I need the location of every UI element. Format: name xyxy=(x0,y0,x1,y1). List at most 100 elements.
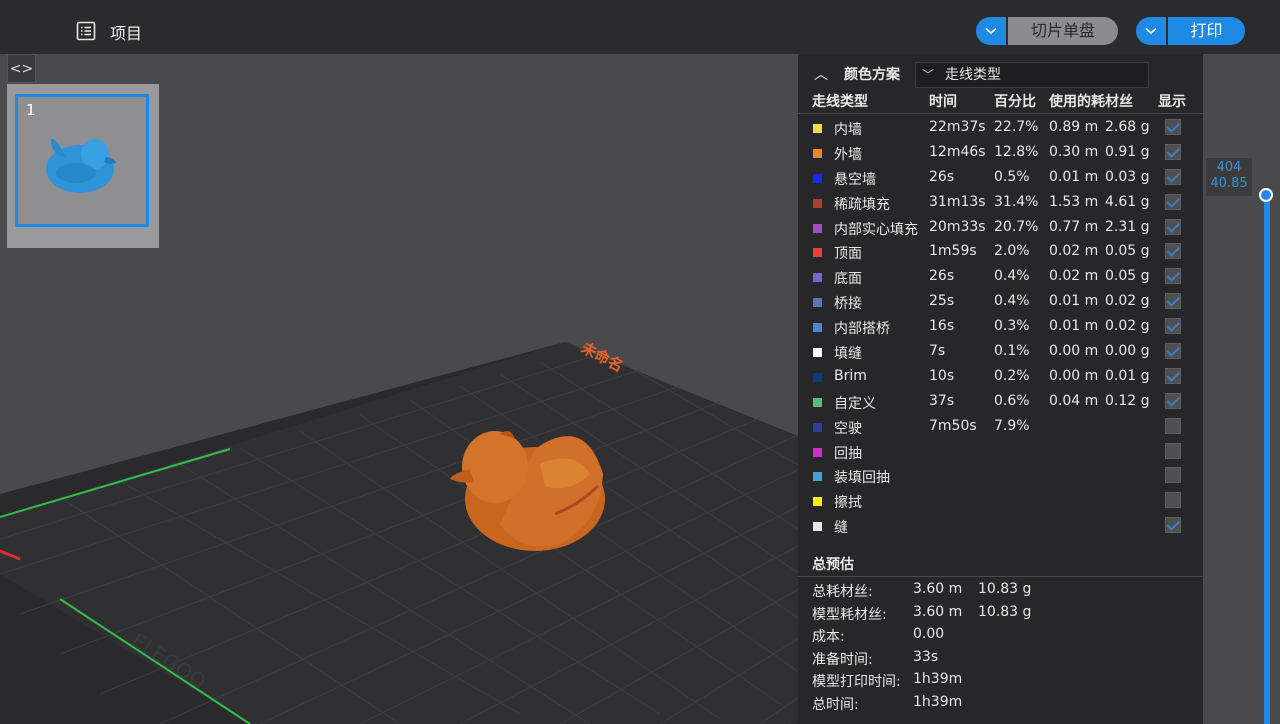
summary-label: 准备时间: xyxy=(812,651,873,668)
line-type-length: 0.01 m xyxy=(1049,293,1099,310)
line-type-name: 装填回抽 xyxy=(834,470,890,487)
line-type-name: 内部实心填充 xyxy=(834,221,918,238)
color-scheme-value: 走线类型 xyxy=(945,67,1001,83)
project-label[interactable]: 项目 xyxy=(110,20,142,44)
line-type-name: 外墙 xyxy=(834,146,862,163)
line-type-name: 擦拭 xyxy=(834,495,862,512)
header-visible: 显示 xyxy=(1158,94,1186,110)
line-type-name: 空驶 xyxy=(834,420,862,437)
line-type-name: 底面 xyxy=(834,271,862,288)
summary-row: 总耗材丝: 3.60 m 10.83 g xyxy=(798,579,1203,602)
visibility-checkbox[interactable] xyxy=(1165,168,1181,185)
visibility-checkbox[interactable] xyxy=(1165,442,1181,459)
line-type-weight: 0.91 g xyxy=(1105,143,1150,160)
line-type-length: 0.01 m xyxy=(1049,168,1099,185)
visibility-checkbox[interactable] xyxy=(1165,293,1181,310)
color-swatch xyxy=(813,273,822,283)
line-type-time: 1m59s xyxy=(929,243,977,260)
line-type-percent: 0.1% xyxy=(994,343,1030,360)
line-type-row: 悬空墙 26s 0.5% 0.01 m 0.03 g xyxy=(798,166,1203,191)
line-type-length: 0.89 m xyxy=(1049,119,1099,135)
summary-value: 33s xyxy=(913,648,939,665)
visibility-checkbox[interactable] xyxy=(1165,392,1181,409)
line-type-length: 0.30 m xyxy=(1049,143,1099,160)
color-scheme-label: 颜色方案 xyxy=(844,67,900,83)
visibility-checkbox[interactable] xyxy=(1165,193,1181,210)
print-button[interactable]: 打印 xyxy=(1168,17,1245,45)
line-type-weight: 2.68 g xyxy=(1105,119,1150,135)
line-type-weight: 0.02 g xyxy=(1105,293,1150,310)
summary-label: 模型耗材丝: xyxy=(812,606,887,623)
color-swatch xyxy=(813,472,822,482)
line-type-weight: 0.00 g xyxy=(1105,343,1150,360)
visibility-checkbox[interactable] xyxy=(1165,318,1181,335)
line-type-time: 7s xyxy=(929,343,946,360)
visibility-checkbox[interactable] xyxy=(1165,417,1181,434)
line-type-percent: 0.6% xyxy=(994,392,1030,409)
top-toolbar: 项目 切片单盘 打印 xyxy=(0,0,1280,54)
line-type-length: 0.00 m xyxy=(1049,367,1099,384)
duck-thumbnail-image xyxy=(46,138,116,193)
header-line-type: 走线类型 xyxy=(812,94,868,110)
line-type-row: 内部搭桥 16s 0.3% 0.01 m 0.02 g xyxy=(798,315,1203,340)
visibility-checkbox[interactable] xyxy=(1165,492,1181,509)
line-type-length: 0.04 m xyxy=(1049,392,1099,409)
line-type-row: 底面 26s 0.4% 0.02 m 0.05 g xyxy=(798,265,1203,290)
line-type-time: 37s xyxy=(929,392,955,409)
line-type-row: 稀疏填充 31m13s 31.4% 1.53 m 4.61 g xyxy=(798,191,1203,216)
line-type-percent: 7.9% xyxy=(994,417,1030,434)
color-scheme-dropdown[interactable]: ﹀ 走线类型 xyxy=(915,62,1149,88)
collapse-sidebar-button[interactable]: <> xyxy=(7,54,36,83)
chevron-down-icon xyxy=(985,27,997,35)
summary-value: 1h39m xyxy=(913,671,963,687)
visibility-checkbox[interactable] xyxy=(1165,467,1181,484)
line-type-row: 顶面 1m59s 2.0% 0.02 m 0.05 g xyxy=(798,240,1203,265)
visibility-checkbox[interactable] xyxy=(1165,143,1181,160)
color-swatch xyxy=(813,372,822,382)
color-swatch xyxy=(813,223,822,233)
color-swatch xyxy=(813,522,822,532)
visibility-checkbox[interactable] xyxy=(1165,218,1181,235)
line-type-name: 桥接 xyxy=(834,296,862,313)
line-type-name: 自定义 xyxy=(834,395,876,412)
line-type-time: 10s xyxy=(929,367,955,384)
line-type-name: 填缝 xyxy=(834,346,862,363)
line-type-row: 空驶 7m50s 7.9% xyxy=(798,415,1203,440)
visibility-checkbox[interactable] xyxy=(1165,517,1181,534)
line-type-percent: 0.3% xyxy=(994,318,1030,335)
line-type-weight: 0.01 g xyxy=(1105,367,1150,384)
line-type-percent: 0.4% xyxy=(994,268,1030,285)
line-type-weight: 0.12 g xyxy=(1105,392,1150,409)
line-type-length: 0.02 m xyxy=(1049,268,1099,285)
visibility-checkbox[interactable] xyxy=(1165,119,1181,135)
line-type-time: 12m46s xyxy=(929,143,986,160)
line-type-name: 回抽 xyxy=(834,445,862,462)
line-type-percent: 2.0% xyxy=(994,243,1030,260)
visibility-checkbox[interactable] xyxy=(1165,367,1181,384)
collapse-panel-icon[interactable]: ︿ xyxy=(814,64,828,84)
chevron-down-icon: ﹀ xyxy=(922,68,935,82)
project-list-icon[interactable] xyxy=(76,21,96,41)
plate-thumbnail[interactable]: 1 xyxy=(15,94,149,227)
layer-slider-handle[interactable] xyxy=(1259,188,1273,202)
layer-number: 404 xyxy=(1216,160,1242,175)
line-type-name: 稀疏填充 xyxy=(834,196,890,213)
visibility-checkbox[interactable] xyxy=(1165,343,1181,360)
layer-slider-track[interactable] xyxy=(1264,196,1270,724)
slice-dropdown-button[interactable] xyxy=(976,17,1006,45)
line-type-weight: 0.02 g xyxy=(1105,318,1150,335)
estimate-summary: 总耗材丝: 3.60 m 10.83 g 模型耗材丝: 3.60 m 10.83 g 成本:… xyxy=(798,579,1203,714)
slice-plate-button[interactable]: 切片单盘 xyxy=(1008,17,1118,45)
visibility-checkbox[interactable] xyxy=(1165,268,1181,285)
line-type-time: 22m37s xyxy=(929,119,986,135)
line-type-row: 内墙 22m37s 22.7% 0.89 m 2.68 g xyxy=(798,116,1203,141)
line-type-time: 31m13s xyxy=(929,193,986,210)
color-swatch xyxy=(813,348,822,358)
color-swatch xyxy=(813,323,822,333)
print-dropdown-button[interactable] xyxy=(1136,17,1166,45)
visibility-checkbox[interactable] xyxy=(1165,243,1181,260)
summary-label: 模型打印时间: xyxy=(812,674,901,690)
line-type-percent: 0.2% xyxy=(994,367,1030,384)
line-type-row: Brim 10s 0.2% 0.00 m 0.01 g xyxy=(798,365,1203,390)
line-type-name: 缝 xyxy=(834,520,848,537)
